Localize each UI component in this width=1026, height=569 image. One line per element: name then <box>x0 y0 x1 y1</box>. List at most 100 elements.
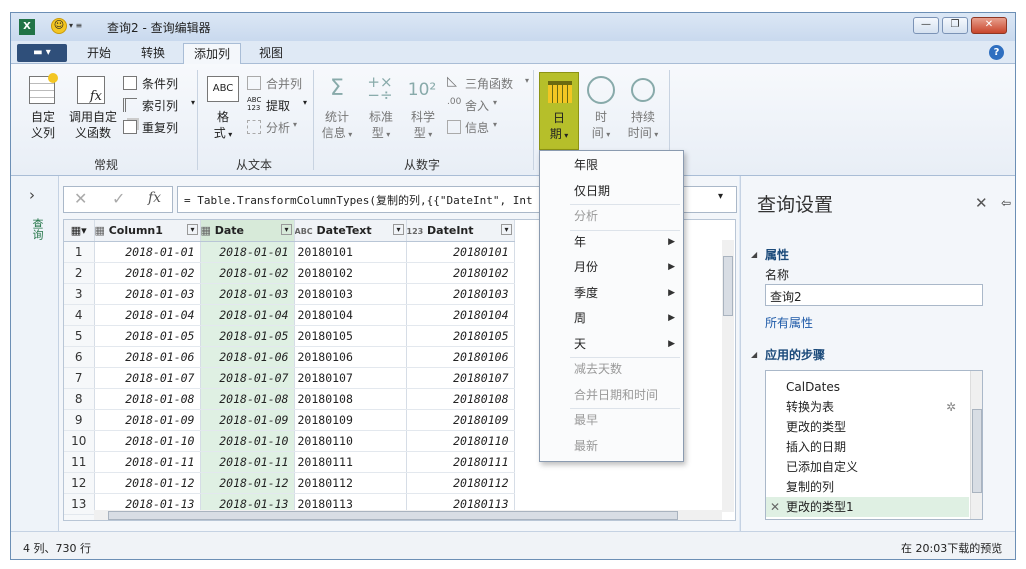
file-menu-button[interactable]: ▬ ▾ <box>17 44 67 62</box>
dateint-cell[interactable]: 20180103 <box>406 283 515 305</box>
tab-add-column[interactable]: 添加列 <box>183 43 241 64</box>
row-number-cell[interactable]: 5 <box>64 325 95 347</box>
invoke-custom-function-button[interactable]: 调用自定 义函数 <box>65 109 121 141</box>
row-number-cell[interactable]: 8 <box>64 388 95 410</box>
step-settings-gear-icon[interactable]: ✲ <box>946 397 956 417</box>
datetext-cell[interactable]: 20180109 <box>294 409 407 431</box>
column1-cell[interactable]: 2018-01-06 <box>94 346 201 368</box>
row-number-cell[interactable]: 4 <box>64 304 95 326</box>
date-cell[interactable]: 2018-01-10 <box>200 430 295 452</box>
horizontal-scroll-thumb[interactable] <box>108 511 678 520</box>
row-number-cell[interactable]: 7 <box>64 367 95 389</box>
date-cell[interactable]: 2018-01-06 <box>200 346 295 368</box>
datetext-cell[interactable]: 20180108 <box>294 388 407 410</box>
close-button[interactable]: ✕ <box>971 17 1007 34</box>
steps-collapse-icon[interactable]: ◢ <box>751 350 757 359</box>
extract-button[interactable]: ABC 123 提取 ▾ <box>247 96 317 114</box>
datetext-cell[interactable]: 20180104 <box>294 304 407 326</box>
menu-item[interactable]: 年限 <box>540 153 683 178</box>
column1-cell[interactable]: 2018-01-03 <box>94 283 201 305</box>
dateint-cell[interactable]: 20180109 <box>406 409 515 431</box>
applied-step[interactable]: 已添加自定义 <box>766 457 969 477</box>
applied-step[interactable]: 复制的列 <box>766 477 969 497</box>
quick-access-dropdown-icon[interactable]: ▾ ≡ <box>69 21 82 30</box>
cancel-formula-icon[interactable]: ✕ <box>74 189 87 208</box>
column1-cell[interactable]: 2018-01-11 <box>94 451 201 473</box>
row-number-cell[interactable]: 3 <box>64 283 95 305</box>
horizontal-scrollbar[interactable] <box>94 510 722 520</box>
column-header-column1[interactable]: ▦ Column1 ▾ <box>94 220 201 242</box>
column1-cell[interactable]: 2018-01-04 <box>94 304 201 326</box>
dateint-cell[interactable]: 20180112 <box>406 472 515 494</box>
date-cell[interactable]: 2018-01-11 <box>200 451 295 473</box>
help-icon[interactable]: ? <box>989 45 1004 60</box>
custom-column-button[interactable]: 自定 义列 <box>25 109 61 141</box>
tab-home[interactable]: 开始 <box>77 43 121 64</box>
row-number-cell[interactable]: 10 <box>64 430 95 452</box>
row-number-cell[interactable]: 1 <box>64 241 95 263</box>
date-cell[interactable]: 2018-01-07 <box>200 367 295 389</box>
column1-cell[interactable]: 2018-01-07 <box>94 367 201 389</box>
applied-step[interactable]: 插入的日期 <box>766 437 969 457</box>
row-number-cell[interactable]: 6 <box>64 346 95 368</box>
tab-view[interactable]: 视图 <box>249 43 293 64</box>
applied-step[interactable]: ✕ 更改的类型1 <box>766 497 969 517</box>
column1-cell[interactable]: 2018-01-01 <box>94 241 201 263</box>
datetext-cell[interactable]: 20180106 <box>294 346 407 368</box>
all-properties-link[interactable]: 所有属性 <box>765 314 813 331</box>
datetext-cell[interactable]: 20180101 <box>294 241 407 263</box>
menu-item[interactable]: 年 ▶ <box>540 230 683 255</box>
column-header-dateint[interactable]: 123 DateInt ▾ <box>406 220 515 242</box>
datetext-cell[interactable]: 20180103 <box>294 283 407 305</box>
applied-step[interactable]: ✲ 转换为表 <box>766 397 969 417</box>
row-number-cell[interactable]: 13 <box>64 493 95 515</box>
date-cell[interactable]: 2018-01-12 <box>200 472 295 494</box>
format-button[interactable]: 格式 ▾ <box>207 109 239 143</box>
column-header-date[interactable]: ▦ Date ▾ <box>200 220 295 242</box>
menu-item[interactable]: 天 ▶ <box>540 332 683 357</box>
column1-cell[interactable]: 2018-01-02 <box>94 262 201 284</box>
steps-scrollbar[interactable] <box>970 371 982 519</box>
properties-collapse-icon[interactable]: ◢ <box>751 250 757 259</box>
fx-icon[interactable]: fx <box>148 190 161 206</box>
column1-cell[interactable]: 2018-01-09 <box>94 409 201 431</box>
filter-dropdown-icon[interactable]: ▾ <box>501 223 512 235</box>
dateint-cell[interactable]: 20180102 <box>406 262 515 284</box>
column1-cell[interactable]: 2018-01-08 <box>94 388 201 410</box>
formula-text[interactable]: = Table.TransformColumnTypes(复制的列,{{"Dat… <box>184 192 533 208</box>
datetext-cell[interactable]: 20180111 <box>294 451 407 473</box>
date-cell[interactable]: 2018-01-08 <box>200 388 295 410</box>
filter-dropdown-icon[interactable]: ▾ <box>281 223 292 235</box>
dateint-cell[interactable]: 20180101 <box>406 241 515 263</box>
menu-item[interactable]: 仅日期 <box>540 179 683 204</box>
applied-step[interactable]: 更改的类型 <box>766 417 969 437</box>
smiley-feedback-icon[interactable]: ☺ <box>51 18 67 34</box>
filter-dropdown-icon[interactable]: ▾ <box>187 223 198 235</box>
row-number-cell[interactable]: 2 <box>64 262 95 284</box>
menu-item[interactable]: 月份 ▶ <box>540 255 683 280</box>
row-number-cell[interactable]: 12 <box>64 472 95 494</box>
close-pane-icon[interactable]: ✕ <box>975 194 988 212</box>
date-cell[interactable]: 2018-01-09 <box>200 409 295 431</box>
query-name-input[interactable]: 查询2 <box>765 284 983 306</box>
datetext-cell[interactable]: 20180107 <box>294 367 407 389</box>
dateint-cell[interactable]: 20180104 <box>406 304 515 326</box>
index-column-button[interactable]: 索引列 ▾ <box>123 96 203 114</box>
vertical-scroll-thumb[interactable] <box>723 256 733 316</box>
steps-scroll-thumb[interactable] <box>972 409 982 493</box>
date-cell[interactable]: 2018-01-03 <box>200 283 295 305</box>
row-number-cell[interactable]: 14 <box>64 514 95 520</box>
filter-dropdown-icon[interactable]: ▾ <box>393 223 404 235</box>
date-cell[interactable]: 2018-01-02 <box>200 262 295 284</box>
dateint-cell[interactable]: 20180105 <box>406 325 515 347</box>
row-number-cell[interactable]: 9 <box>64 409 95 431</box>
tab-transform[interactable]: 转换 <box>131 43 175 64</box>
minimize-button[interactable]: — <box>913 17 939 34</box>
date-cell[interactable]: 2018-01-04 <box>200 304 295 326</box>
queries-label[interactable]: 查询 <box>31 218 45 240</box>
datetext-cell[interactable]: 20180112 <box>294 472 407 494</box>
column-header-datetext[interactable]: ABC DateText ▾ <box>294 220 407 242</box>
menu-item[interactable]: 周 ▶ <box>540 306 683 331</box>
expand-navigator-icon[interactable]: › <box>29 186 35 204</box>
pane-resize-arrow-icon[interactable]: ⇦ <box>1001 196 1011 210</box>
